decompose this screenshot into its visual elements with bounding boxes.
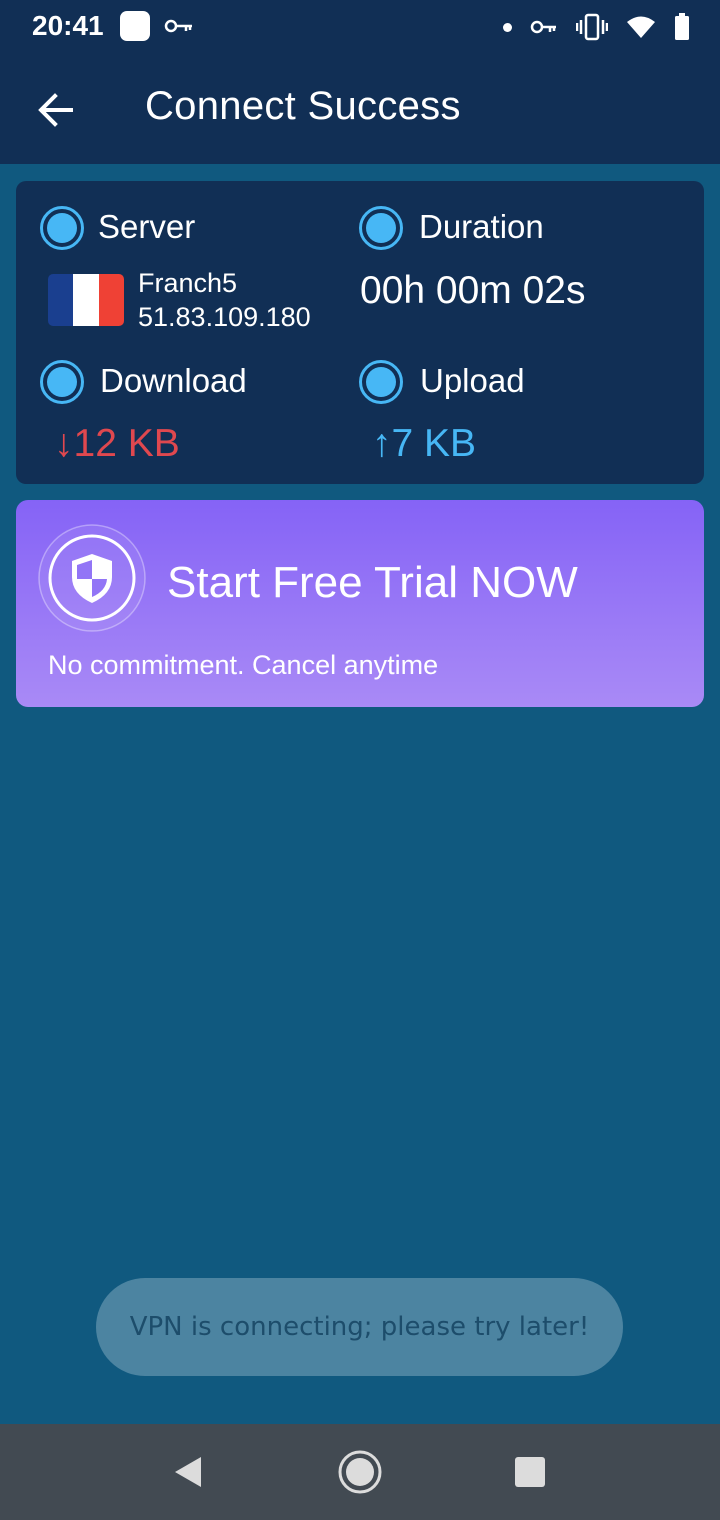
status-bar: 20:41: [0, 0, 720, 54]
download-label: Download: [100, 362, 247, 399]
vpn-key-icon: [164, 19, 192, 33]
back-button[interactable]: [28, 82, 84, 138]
server-name: Franch5: [138, 268, 238, 298]
download-value: ↓12 KB: [54, 422, 180, 465]
vpn-key-icon: [530, 20, 556, 34]
connection-stats-card: Server Franch5 51.83.109.180 Duration 00…: [16, 181, 704, 484]
notification-app-icon: [120, 11, 150, 41]
france-flag-icon: [48, 274, 124, 326]
upload-radio-icon: [359, 360, 403, 404]
status-time: 20:41: [32, 10, 104, 41]
duration-label: Duration: [419, 208, 544, 245]
square-recents-icon: [515, 1457, 545, 1487]
start-free-trial-banner[interactable]: Start Free Trial NOW No commitment. Canc…: [16, 500, 704, 707]
nav-home-button[interactable]: [334, 1446, 386, 1498]
server-label: Server: [98, 208, 196, 245]
app-bar: Connect Success: [0, 54, 720, 164]
status-icons: [503, 10, 690, 44]
wifi-icon: [627, 16, 655, 38]
upload-label: Upload: [420, 362, 525, 399]
trial-title: Start Free Trial NOW: [167, 558, 578, 607]
nav-recents-button[interactable]: [504, 1446, 556, 1498]
circle-home-icon: [338, 1450, 382, 1494]
page-title: Connect Success: [145, 84, 461, 128]
server-ip: 51.83.109.180: [138, 302, 311, 332]
system-navigation-bar: [0, 1424, 720, 1520]
duration-radio-icon: [359, 206, 403, 250]
arrow-left-icon: [38, 93, 73, 127]
duration-value: 00h 00m 02s: [360, 269, 586, 312]
toast-text: VPN is connecting; please try later!: [129, 1312, 590, 1342]
battery-icon: [675, 13, 689, 40]
upload-value: ↑7 KB: [372, 422, 477, 465]
server-radio-icon: [40, 206, 84, 250]
notification-dot-icon: [503, 22, 512, 32]
download-radio-icon: [40, 360, 84, 404]
vibrate-icon: [576, 13, 608, 41]
shield-icon: [38, 524, 146, 632]
toast-message: VPN is connecting; please try later!: [96, 1278, 623, 1376]
nav-back-button[interactable]: [162, 1446, 214, 1498]
trial-subtitle: No commitment. Cancel anytime: [48, 650, 439, 680]
triangle-back-icon: [175, 1457, 201, 1487]
